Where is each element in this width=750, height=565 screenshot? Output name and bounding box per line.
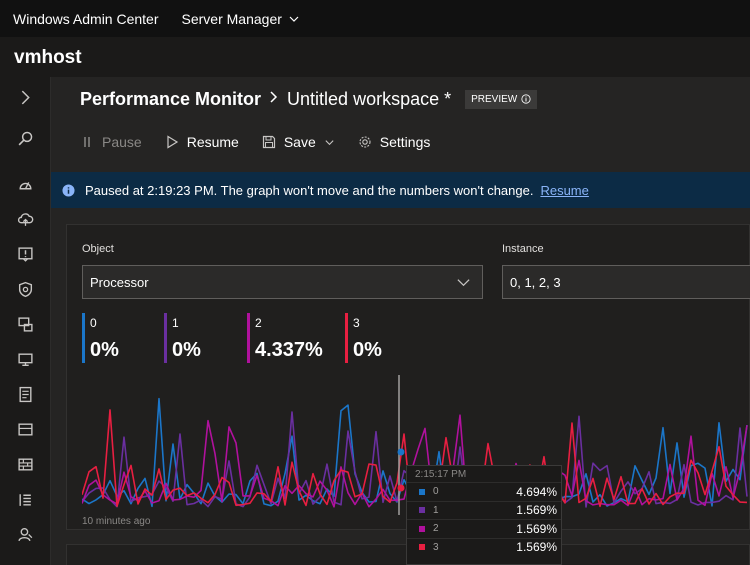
security-shield-icon[interactable] (14, 278, 36, 300)
counter-3[interactable]: 3 0% (345, 313, 382, 363)
counter-0[interactable]: 0 0% (82, 313, 119, 363)
counter-name: 2 (255, 316, 262, 330)
page-title[interactable]: Performance Monitor (80, 89, 261, 110)
tooltip-row: 2 1.569% (407, 519, 561, 538)
series-value: 4.694% (516, 484, 557, 499)
counter-name: 3 (353, 316, 360, 330)
instance-dropdown[interactable]: 0, 1, 2, 3 (502, 265, 750, 299)
pause-icon (84, 137, 90, 147)
server-manager-menu[interactable]: Server Manager (182, 11, 300, 27)
search-icon[interactable] (14, 127, 36, 149)
settings-button[interactable]: Settings (358, 134, 431, 150)
preview-label: PREVIEW (471, 93, 518, 105)
hover-point (397, 448, 405, 456)
host-bar: vmhost (0, 37, 750, 77)
pause-button[interactable]: Pause (80, 134, 142, 150)
object-dropdown[interactable]: Processor (82, 265, 483, 299)
toolbar: Pause Resume Save Settings (80, 131, 453, 153)
gear-icon (359, 136, 371, 148)
counter-value: 0% (172, 339, 201, 361)
firewall-icon[interactable] (14, 453, 36, 475)
devices-icon[interactable] (14, 313, 36, 335)
overview-icon[interactable] (14, 173, 36, 195)
counter-color-bar (345, 313, 348, 363)
instance-label: Instance (502, 243, 544, 255)
series-name: 1 (433, 504, 439, 516)
play-icon (167, 135, 178, 149)
pause-label: Pause (102, 134, 142, 150)
resume-link[interactable]: Resume (540, 183, 588, 198)
tooltip-time: 2:15:17 PM (415, 469, 467, 480)
settings-label: Settings (379, 134, 431, 150)
counter-color-bar (164, 313, 167, 363)
save-icon (262, 135, 275, 149)
app-name[interactable]: Windows Admin Center (13, 11, 159, 27)
info-icon (62, 183, 75, 197)
series-name: 0 (433, 486, 439, 498)
counter-color-bar (247, 313, 250, 363)
info-icon (521, 94, 531, 104)
tooltip-row: 0 4.694% (407, 482, 561, 501)
list-icon[interactable] (14, 488, 36, 510)
files-icon[interactable] (14, 418, 36, 440)
counter-color-bar (82, 313, 85, 363)
counter-value: 0% (90, 339, 119, 361)
resume-label: Resume (186, 134, 239, 150)
alerts-icon[interactable] (14, 243, 36, 265)
resume-button[interactable]: Resume (165, 134, 239, 150)
tooltip-row: 3 1.569% (407, 537, 561, 557)
tooltip-row: 1 1.569% (407, 500, 561, 520)
counter-name: 1 (172, 316, 179, 330)
paused-info-bar: Paused at 2:19:23 PM. The graph won't mo… (51, 172, 750, 208)
computer-management-icon[interactable] (14, 348, 36, 370)
event-log-icon[interactable] (14, 383, 36, 405)
time-axis-label: 10 minutes ago (82, 516, 151, 527)
top-bar: Windows Admin Center Server Manager (0, 0, 750, 37)
main-content: Performance Monitor Untitled workspace *… (51, 77, 750, 565)
paused-message: Paused at 2:19:23 PM. The graph won't mo… (85, 182, 534, 198)
counter-name: 0 (90, 316, 97, 330)
series-name: 3 (433, 541, 439, 553)
tool-sidebar (0, 77, 51, 565)
chevron-down-icon (325, 139, 334, 145)
object-value: Processor (90, 274, 149, 290)
chart-tooltip: 2:15:17 PM 0 4.694% 1 1.569% 2 1.569% 3 … (406, 465, 562, 565)
hover-point (397, 484, 405, 492)
object-label: Object (82, 243, 114, 255)
counter-2[interactable]: 2 4.337% (247, 313, 323, 363)
chevron-down-icon (289, 16, 299, 22)
workspace-title: Untitled workspace * (287, 88, 452, 109)
series-value: 1.569% (516, 503, 557, 518)
server-manager-label: Server Manager (181, 10, 282, 27)
series-value: 1.569% (516, 521, 557, 536)
counter-value: 0% (353, 339, 382, 361)
chevron-down-icon (457, 278, 470, 286)
chevron-right-icon (267, 90, 281, 109)
users-icon[interactable] (14, 523, 36, 545)
breadcrumb: Performance Monitor Untitled workspace *… (80, 87, 538, 111)
preview-badge[interactable]: PREVIEW (465, 89, 538, 109)
series-name: 2 (433, 523, 439, 535)
cloud-upload-icon[interactable] (14, 208, 36, 230)
expand-chevron-icon[interactable] (14, 86, 36, 108)
host-name: vmhost (14, 47, 82, 68)
instance-value: 0, 1, 2, 3 (510, 274, 561, 290)
save-button[interactable]: Save (262, 134, 335, 150)
save-label: Save (283, 134, 316, 150)
counter-value: 4.337% (255, 339, 323, 361)
series-value: 1.569% (516, 540, 557, 555)
counter-1[interactable]: 1 0% (164, 313, 201, 363)
